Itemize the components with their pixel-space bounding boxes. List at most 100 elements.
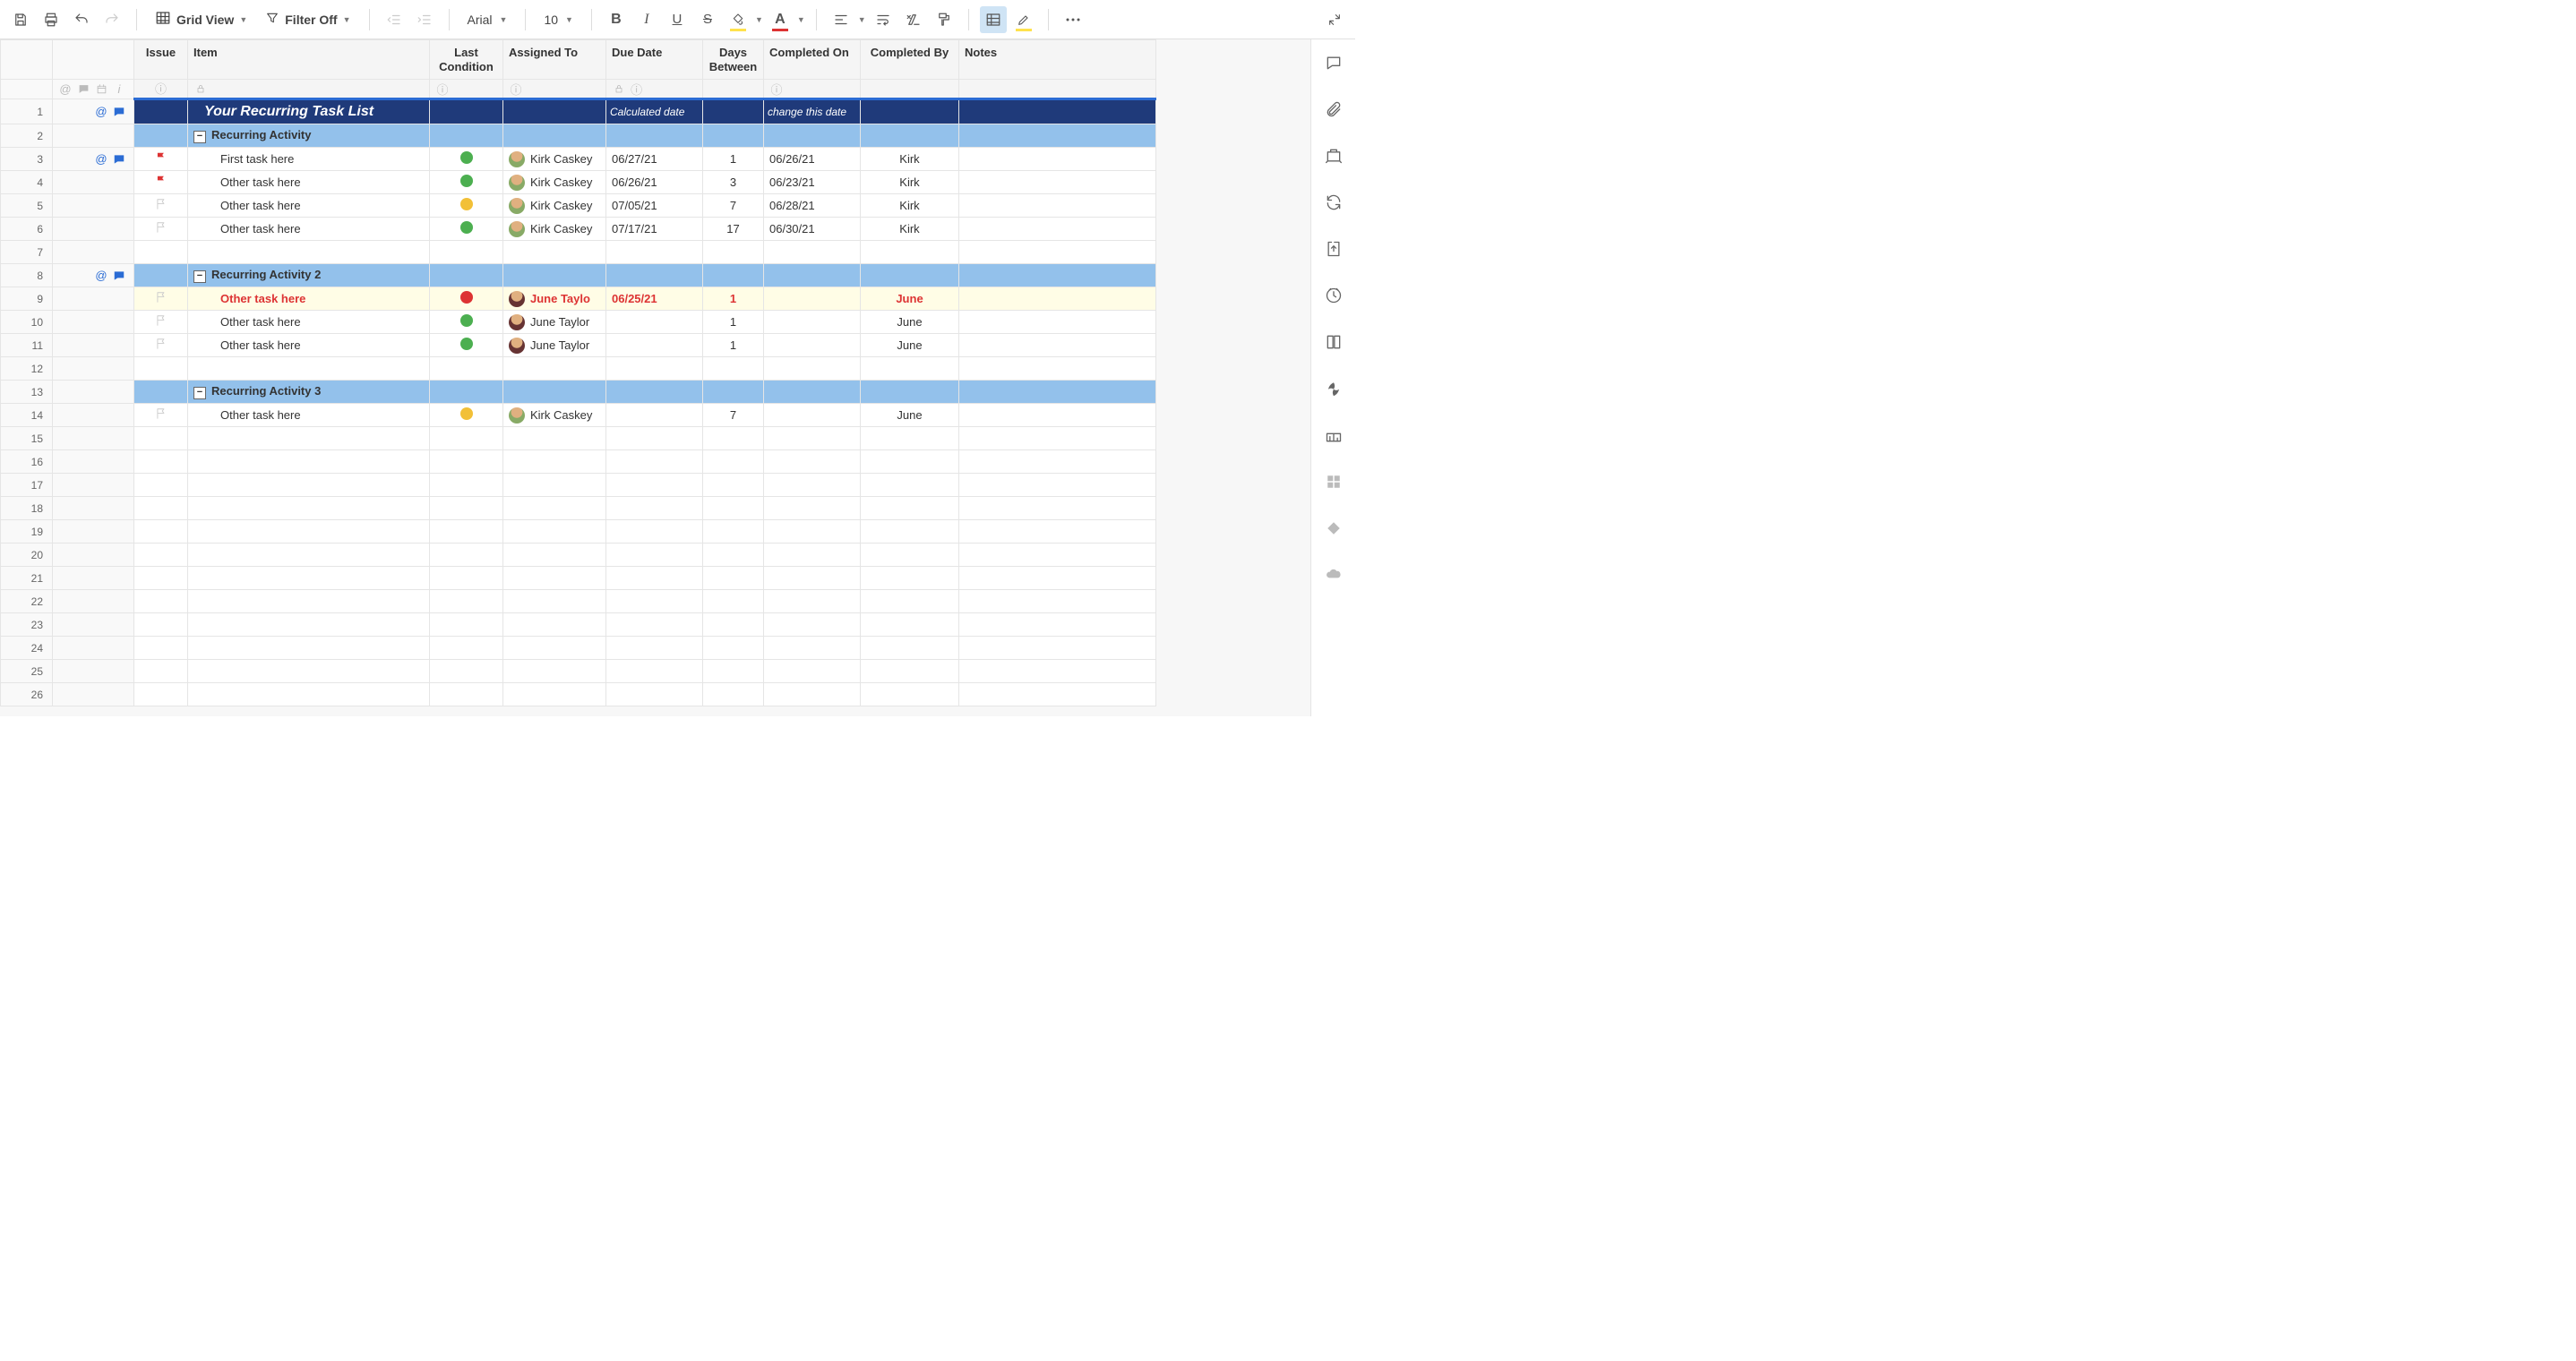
more-button[interactable] [1060, 6, 1086, 33]
cell[interactable] [703, 637, 764, 660]
row-number[interactable]: 7 [1, 241, 53, 264]
cell[interactable] [861, 474, 959, 497]
cell[interactable] [430, 544, 503, 567]
cell[interactable] [959, 544, 1156, 567]
comment-icon[interactable] [112, 269, 126, 283]
cell[interactable] [764, 613, 861, 637]
cell[interactable] [606, 404, 703, 427]
cell[interactable] [430, 404, 503, 427]
cell[interactable] [503, 520, 606, 544]
flag-icon[interactable] [155, 339, 167, 355]
assignee[interactable]: June Taylo [509, 291, 600, 307]
table-row[interactable]: 25 [1, 660, 1156, 683]
font-family-select[interactable]: Arial ▼ [460, 6, 515, 33]
row-number[interactable]: 8 [1, 264, 53, 287]
cell[interactable] [134, 637, 188, 660]
collapse-panel-button[interactable] [1321, 6, 1348, 33]
undo-button[interactable] [68, 6, 95, 33]
cell[interactable] [134, 450, 188, 474]
cell[interactable] [959, 613, 1156, 637]
cell[interactable] [188, 613, 430, 637]
cell[interactable] [430, 450, 503, 474]
cell[interactable] [959, 427, 1156, 450]
flag-icon[interactable] [155, 293, 167, 308]
cell[interactable] [861, 520, 959, 544]
cell[interactable] [764, 683, 861, 706]
row-number[interactable]: 18 [1, 497, 53, 520]
cell[interactable] [959, 660, 1156, 683]
cell[interactable]: Kirk [861, 218, 959, 241]
cell[interactable] [134, 497, 188, 520]
table-row[interactable]: 17 [1, 474, 1156, 497]
attachments-button[interactable] [1323, 98, 1344, 120]
cell[interactable] [503, 450, 606, 474]
cell[interactable] [959, 148, 1156, 171]
cell[interactable] [503, 590, 606, 613]
conversations-button[interactable] [1323, 52, 1344, 73]
collapse-icon[interactable]: − [193, 270, 206, 283]
section-row[interactable]: 2 −Recurring Activity [1, 124, 1156, 148]
cell[interactable]: Kirk [861, 194, 959, 218]
cell[interactable]: June Taylo [503, 287, 606, 311]
row-number[interactable]: 17 [1, 474, 53, 497]
cell[interactable]: 06/26/21 [764, 148, 861, 171]
table-row[interactable]: 12 [1, 357, 1156, 381]
cell[interactable] [430, 660, 503, 683]
cell[interactable] [861, 544, 959, 567]
cell[interactable] [430, 171, 503, 194]
collapse-icon[interactable]: − [193, 131, 206, 143]
cell[interactable] [703, 544, 764, 567]
flag-icon[interactable] [155, 223, 167, 238]
cell[interactable] [503, 497, 606, 520]
flag-icon[interactable] [155, 316, 167, 331]
cell[interactable] [606, 241, 703, 264]
highlight-button[interactable] [1010, 6, 1037, 33]
cell[interactable] [861, 357, 959, 381]
underline-button[interactable]: U [664, 6, 691, 33]
flag-icon[interactable] [155, 153, 167, 168]
cell[interactable] [764, 450, 861, 474]
cell[interactable] [430, 590, 503, 613]
cell[interactable]: June [861, 287, 959, 311]
cell[interactable] [430, 334, 503, 357]
fill-color-chevron[interactable]: ▼ [755, 15, 763, 24]
attachment-icon[interactable]: @ [94, 105, 108, 119]
attachment-icon[interactable]: @ [94, 152, 108, 167]
cell[interactable] [188, 427, 430, 450]
indent-button[interactable] [411, 6, 438, 33]
table-row[interactable]: 18 [1, 497, 1156, 520]
dashboard-button[interactable] [1323, 471, 1344, 492]
cell[interactable]: Other task here [188, 404, 430, 427]
flag-icon[interactable] [155, 409, 167, 424]
row-number[interactable]: 2 [1, 124, 53, 148]
row-number[interactable]: 19 [1, 520, 53, 544]
cell[interactable] [764, 567, 861, 590]
cell[interactable]: June [861, 311, 959, 334]
cell[interactable] [134, 334, 188, 357]
activity-log-button[interactable] [1323, 285, 1344, 306]
cell[interactable] [606, 474, 703, 497]
cell[interactable] [606, 450, 703, 474]
cell[interactable]: 1 [703, 311, 764, 334]
grid-area[interactable]: Issue Item Last Condition Assigned To Du… [0, 39, 1310, 716]
cell[interactable]: June [861, 404, 959, 427]
cell[interactable] [134, 590, 188, 613]
wrap-button[interactable] [870, 6, 897, 33]
connector-button[interactable] [1323, 518, 1344, 539]
cell[interactable] [188, 497, 430, 520]
cell[interactable] [861, 613, 959, 637]
table-row[interactable]: 15 [1, 427, 1156, 450]
cell[interactable] [188, 474, 430, 497]
cell[interactable] [703, 497, 764, 520]
cell[interactable] [134, 544, 188, 567]
cell[interactable]: 06/25/21 [606, 287, 703, 311]
table-row[interactable]: 20 [1, 544, 1156, 567]
comment-icon[interactable] [112, 152, 126, 167]
row-number[interactable]: 23 [1, 613, 53, 637]
cell[interactable] [959, 334, 1156, 357]
cell[interactable] [430, 311, 503, 334]
cell[interactable] [430, 194, 503, 218]
assignee[interactable]: Kirk Caskey [509, 407, 600, 424]
cell[interactable] [764, 637, 861, 660]
font-size-select[interactable]: 10 ▼ [537, 6, 580, 33]
